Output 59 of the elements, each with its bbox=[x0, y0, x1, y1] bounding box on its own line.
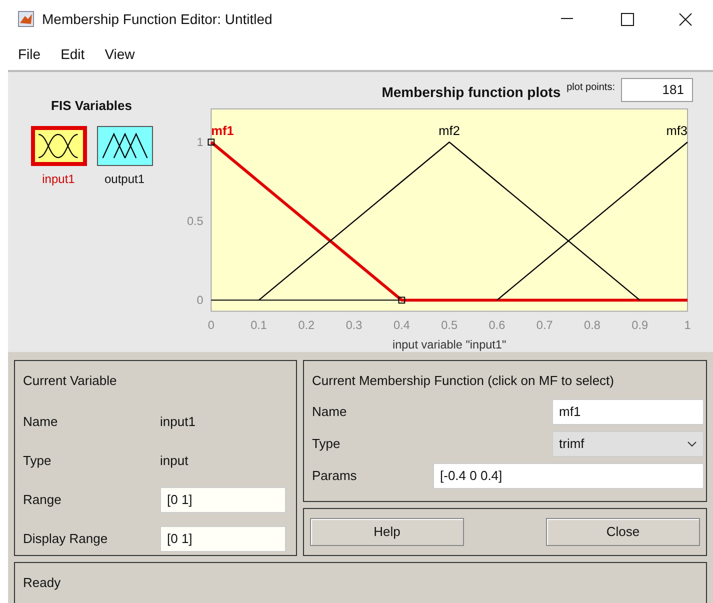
panel-title: Current Variable bbox=[23, 372, 118, 390]
menu-item[interactable]: View bbox=[104, 44, 135, 64]
dialog-button[interactable]: Help bbox=[310, 518, 464, 546]
curve-label: mf3 bbox=[666, 122, 688, 138]
x-axis-label: input variable "input1" bbox=[392, 338, 506, 352]
x-tick-label: 0.5 bbox=[441, 318, 458, 332]
panel-title: FIS Variables bbox=[51, 97, 132, 115]
curve-label: mf2 bbox=[438, 122, 460, 138]
menu-item[interactable]: File bbox=[18, 44, 41, 64]
x-tick-label: 0.7 bbox=[536, 318, 553, 332]
membership-curve[interactable] bbox=[258, 140, 640, 300]
field-label: Params bbox=[312, 466, 357, 485]
x-tick-label: 0.1 bbox=[250, 318, 267, 332]
x-tick-label: 0.9 bbox=[632, 318, 648, 332]
maximize-icon bbox=[620, 12, 634, 26]
field-value: input bbox=[160, 452, 188, 470]
input-field[interactable]: [0 1] bbox=[160, 486, 286, 512]
field-label: Type bbox=[312, 434, 340, 453]
chevron-down-icon bbox=[687, 440, 697, 446]
membership-curve[interactable] bbox=[210, 140, 688, 302]
y-tick-label: 0 bbox=[196, 294, 204, 307]
name-field[interactable]: mf1 bbox=[552, 398, 704, 424]
plot-points-field[interactable]: 181 bbox=[621, 78, 693, 102]
window-title: Membership Function Editor: Untitled bbox=[42, 10, 272, 29]
panel-title: Current Membership Function (click on MF to select) bbox=[312, 372, 615, 390]
curve-label: mf1 bbox=[211, 122, 234, 138]
close-icon bbox=[678, 12, 692, 26]
x-tick-label: 0.6 bbox=[488, 318, 506, 332]
x-tick-label: 0.4 bbox=[394, 318, 410, 332]
x-tick-label: 0 bbox=[208, 318, 214, 332]
input-field[interactable]: [0 1] bbox=[160, 526, 286, 552]
menu-item[interactable]: Edit bbox=[60, 44, 85, 64]
plot-title: Membership function plots bbox=[382, 82, 561, 102]
output-variable-button[interactable] bbox=[96, 126, 152, 166]
handle-marker[interactable] bbox=[208, 138, 215, 146]
field-value: input1 bbox=[160, 412, 196, 431]
x-tick-label: 0.3 bbox=[346, 318, 362, 332]
x-tick-label: 1 bbox=[684, 318, 691, 332]
status-text: Ready bbox=[23, 575, 61, 590]
variable-label: input1 bbox=[42, 170, 75, 188]
field-label: Type bbox=[23, 452, 52, 470]
type-dropdown[interactable]: trimf bbox=[552, 430, 704, 456]
dialog-button[interactable]: Close bbox=[546, 518, 700, 546]
y-tick-label: 0.5 bbox=[186, 214, 204, 228]
field-label: Range bbox=[23, 490, 62, 509]
minimize-icon bbox=[561, 18, 573, 20]
x-tick-label: 0.2 bbox=[298, 318, 315, 332]
y-tick-label: 1 bbox=[196, 136, 204, 149]
x-tick-label: 0.8 bbox=[584, 318, 600, 332]
variable-label: output1 bbox=[104, 170, 145, 188]
input-variable-button[interactable] bbox=[30, 126, 86, 166]
field-label: Name bbox=[312, 402, 347, 421]
plot-points-label: plot points: bbox=[566, 81, 615, 95]
params-field[interactable]: [-0.4 0 0.4] bbox=[433, 462, 704, 488]
membership-curve[interactable] bbox=[496, 141, 688, 300]
field-label: Display Range bbox=[23, 530, 109, 548]
field-label: Name bbox=[23, 412, 59, 431]
handle-marker[interactable] bbox=[398, 296, 406, 304]
app-icon bbox=[18, 11, 34, 27]
